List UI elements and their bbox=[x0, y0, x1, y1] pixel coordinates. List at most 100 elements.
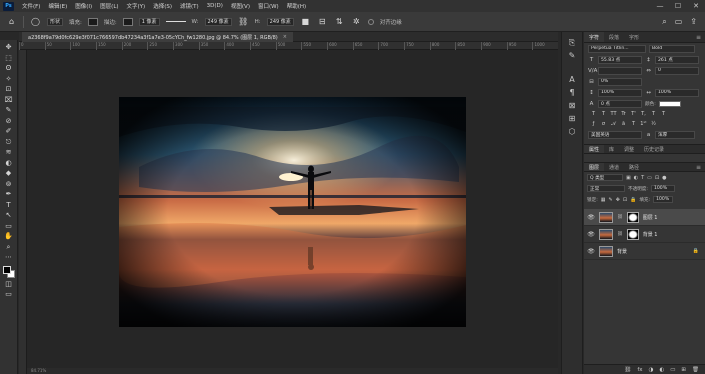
panel-menu-icon[interactable]: ≡ bbox=[692, 32, 705, 42]
add-mask-icon[interactable]: ◑ bbox=[649, 367, 654, 373]
quick-mask-icon[interactable]: ◫ bbox=[3, 280, 15, 290]
history-icon[interactable]: ⎘ bbox=[569, 38, 575, 48]
menu-3d[interactable]: 3D(D) bbox=[203, 3, 227, 9]
font-style-select[interactable]: Bold bbox=[649, 44, 695, 53]
marquee-tool-icon[interactable]: ⬚ bbox=[3, 54, 15, 64]
frame-tool-icon[interactable]: ⌧ bbox=[3, 96, 15, 106]
tab-character[interactable]: 字符 bbox=[584, 32, 605, 42]
ordinals-icon[interactable]: 1ˢᵗ bbox=[640, 121, 647, 127]
faux-bold-button[interactable]: T bbox=[590, 111, 597, 117]
small-caps-button[interactable]: Tr bbox=[620, 111, 627, 117]
layer-filter-select[interactable]: Q 类型 bbox=[587, 174, 623, 181]
eyedropper-tool-icon[interactable]: ✎ bbox=[3, 106, 15, 116]
menu-edit[interactable]: 编辑(E) bbox=[44, 2, 71, 10]
blend-mode-select[interactable]: 正常 bbox=[587, 185, 625, 192]
lock-image-icon[interactable]: ✎ bbox=[608, 197, 612, 203]
glyphs-panel-icon[interactable]: ⊠ bbox=[569, 101, 576, 111]
maximize-button[interactable]: ☐ bbox=[669, 2, 687, 10]
filter-adjustment-icon[interactable]: ◐ bbox=[634, 175, 638, 181]
font-size-field[interactable]: 55.83 点 bbox=[598, 55, 642, 64]
layer-row[interactable]: 👁 背景 🔒 bbox=[584, 243, 705, 260]
menu-file[interactable]: 文件(F) bbox=[18, 2, 44, 10]
kerning-field[interactable] bbox=[598, 66, 642, 75]
alternates-icon[interactable]: ā bbox=[620, 121, 627, 127]
menu-filter[interactable]: 滤镜(T) bbox=[176, 2, 203, 10]
hand-tool-icon[interactable]: ✋ bbox=[3, 232, 15, 242]
layers-menu-icon[interactable]: ≡ bbox=[692, 163, 705, 171]
tsume-field[interactable]: 0% bbox=[598, 77, 642, 86]
fill-swatch[interactable] bbox=[87, 17, 98, 26]
lock-all-icon[interactable]: 🔒 bbox=[630, 197, 636, 203]
oldstyle-icon[interactable]: σ bbox=[600, 121, 607, 127]
eraser-tool-icon[interactable]: ◐ bbox=[3, 159, 15, 169]
tab-libraries[interactable]: 库 bbox=[604, 145, 619, 153]
lock-transparency-icon[interactable]: ▦ bbox=[601, 197, 606, 203]
character-panel-icon[interactable]: A bbox=[569, 75, 574, 85]
tab-layers[interactable]: 图层 bbox=[584, 163, 605, 171]
path-arrangement-icon[interactable]: ⇅ bbox=[334, 16, 345, 27]
ellipse-tool-preset-icon[interactable]: ◯ bbox=[30, 16, 41, 27]
gradient-tool-icon[interactable]: ◆ bbox=[3, 169, 15, 179]
brush-tool-icon[interactable]: ✐ bbox=[3, 127, 15, 137]
stroke-width-field[interactable]: 1 像素 bbox=[138, 17, 160, 26]
antialias-select[interactable]: 浑厚 bbox=[655, 130, 695, 139]
paragraph-panel-icon[interactable]: ¶ bbox=[569, 88, 574, 98]
workspace-icon[interactable]: ▭ bbox=[675, 17, 683, 27]
visibility-eye-icon[interactable]: 👁 bbox=[587, 231, 595, 238]
mask-link-icon[interactable]: ⛓ bbox=[617, 215, 623, 220]
layer-name[interactable]: 图层 1 bbox=[643, 214, 658, 221]
layer-name[interactable]: 背景 bbox=[617, 248, 627, 255]
document-tab[interactable]: a2368f9a79d0fc629e3f071c766597db47234a3f… bbox=[22, 32, 293, 42]
close-tab-icon[interactable]: × bbox=[283, 34, 287, 40]
color-chips[interactable] bbox=[2, 265, 16, 279]
tab-glyphs[interactable]: 字形 bbox=[624, 32, 644, 42]
minimize-button[interactable]: — bbox=[651, 2, 669, 10]
3d-panel-icon[interactable]: ⬡ bbox=[569, 127, 576, 137]
shape-mode-select[interactable]: 形状 bbox=[47, 17, 64, 26]
filter-toggle-icon[interactable]: ● bbox=[662, 175, 666, 181]
menu-view[interactable]: 视图(V) bbox=[227, 2, 254, 10]
tab-channels[interactable]: 通道 bbox=[604, 163, 624, 171]
zoom-tool-icon[interactable]: ⌕ bbox=[3, 243, 15, 253]
stroke-swatch[interactable] bbox=[122, 17, 133, 26]
filter-smart-object-icon[interactable]: ⊡ bbox=[655, 175, 659, 181]
menu-layer[interactable]: 图层(L) bbox=[96, 2, 122, 10]
menu-image[interactable]: 图像(I) bbox=[71, 2, 96, 10]
layer-name[interactable]: 背景 1 bbox=[643, 231, 658, 238]
link-icon[interactable]: ⛓ bbox=[238, 16, 249, 27]
filter-type-icon[interactable]: T bbox=[641, 175, 644, 181]
canvas-area[interactable]: 0 50 100 150 200 250 300 350 400 450 500 550 600 650 7… bbox=[19, 42, 558, 374]
titling-icon[interactable]: T bbox=[630, 121, 637, 127]
pen-tool-icon[interactable]: ✒ bbox=[3, 190, 15, 200]
type-tool-icon[interactable]: T bbox=[3, 201, 15, 211]
healing-brush-tool-icon[interactable]: ⊘ bbox=[3, 117, 15, 127]
more-tools-icon[interactable]: ⋯ bbox=[3, 253, 15, 263]
lock-position-icon[interactable]: ✥ bbox=[616, 197, 620, 203]
strikethrough-button[interactable]: T bbox=[660, 111, 667, 117]
underline-button[interactable]: T bbox=[650, 111, 657, 117]
layer-style-icon[interactable]: fx bbox=[637, 367, 642, 373]
path-selection-tool-icon[interactable]: ↖ bbox=[3, 211, 15, 221]
home-icon[interactable]: ⌂ bbox=[6, 16, 17, 27]
opacity-field[interactable]: 100% bbox=[650, 185, 675, 192]
stamp-tool-icon[interactable]: ⎋ bbox=[3, 138, 15, 148]
foreground-color-swatch[interactable] bbox=[2, 265, 11, 274]
visibility-eye-icon[interactable]: 👁 bbox=[587, 248, 595, 255]
lasso-tool-icon[interactable]: ʘ bbox=[3, 64, 15, 74]
gear-icon[interactable]: ✲ bbox=[351, 16, 362, 27]
baseline-shift-field[interactable]: 0 点 bbox=[598, 99, 642, 108]
subscript-button[interactable]: T, bbox=[640, 111, 647, 117]
stroke-type-select[interactable] bbox=[165, 21, 186, 22]
tab-properties[interactable]: 属性 bbox=[584, 145, 605, 153]
mask-link-icon[interactable]: ⛓ bbox=[617, 232, 623, 237]
dodge-tool-icon[interactable]: ⊚ bbox=[3, 180, 15, 190]
layer-mask-thumbnail[interactable] bbox=[626, 211, 639, 223]
font-family-select[interactable]: Perpetua Titlin... bbox=[588, 44, 646, 53]
ligature-icon[interactable]: ƒ bbox=[590, 121, 597, 127]
properties-panel-icon[interactable]: ⊞ bbox=[569, 114, 576, 124]
move-tool-icon[interactable]: ✥ bbox=[3, 43, 15, 53]
tab-paths[interactable]: 路径 bbox=[624, 163, 644, 171]
faux-italic-button[interactable]: T bbox=[600, 111, 607, 117]
width-field[interactable]: 249 像素 bbox=[204, 17, 232, 26]
superscript-button[interactable]: T' bbox=[630, 111, 637, 117]
